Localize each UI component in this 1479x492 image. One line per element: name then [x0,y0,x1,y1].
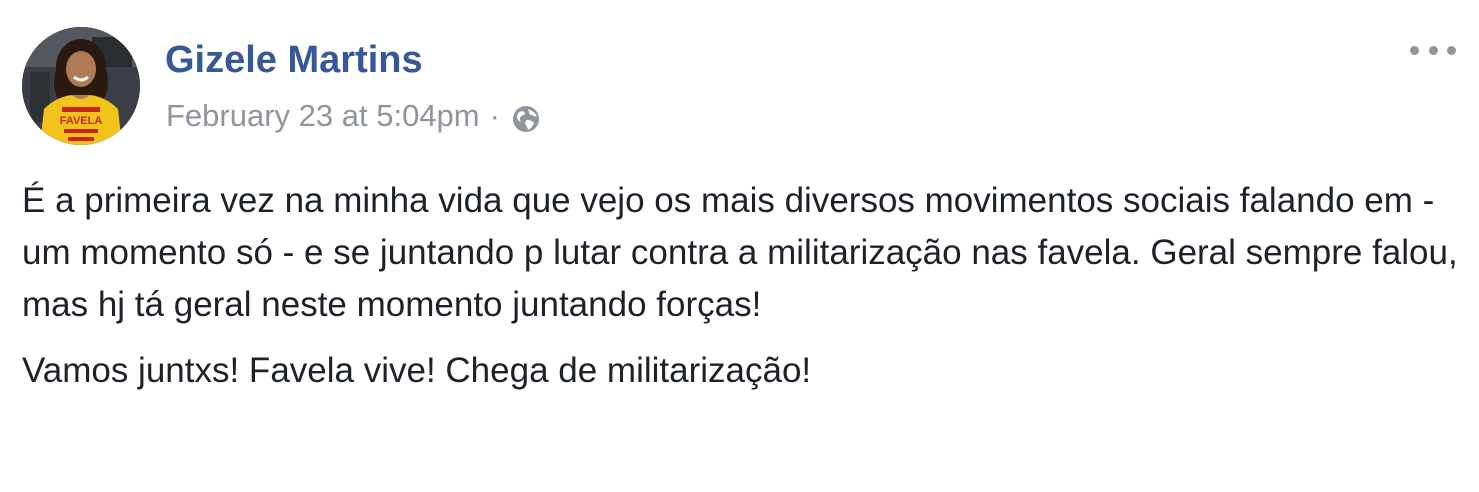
post-body: É a primeira vez na minha vida que vejo … [22,175,1462,397]
feed-post: FAVELA Gizele Martins February 23 at 5:0… [0,0,1479,492]
globe-icon[interactable] [510,103,542,135]
post-meta: February 23 at 5:04pm · [166,94,542,138]
post-paragraph: Vamos juntxs! Favela vive! Chega de mili… [22,351,812,390]
avatar-photo: FAVELA [22,27,140,145]
more-dot [1447,45,1456,55]
author-avatar[interactable]: FAVELA [22,27,140,145]
author-name-link[interactable]: Gizele Martins [165,36,423,84]
more-horizontal-icon[interactable] [1410,38,1456,62]
more-dot [1410,45,1419,55]
post-timestamp-link[interactable]: February 23 at 5:04pm [166,94,480,138]
post-paragraph: É a primeira vez na minha vida que vejo … [22,181,1458,324]
avatar-shirt-text: FAVELA [60,115,103,127]
meta-separator: · [489,98,500,133]
more-dot [1428,45,1438,55]
